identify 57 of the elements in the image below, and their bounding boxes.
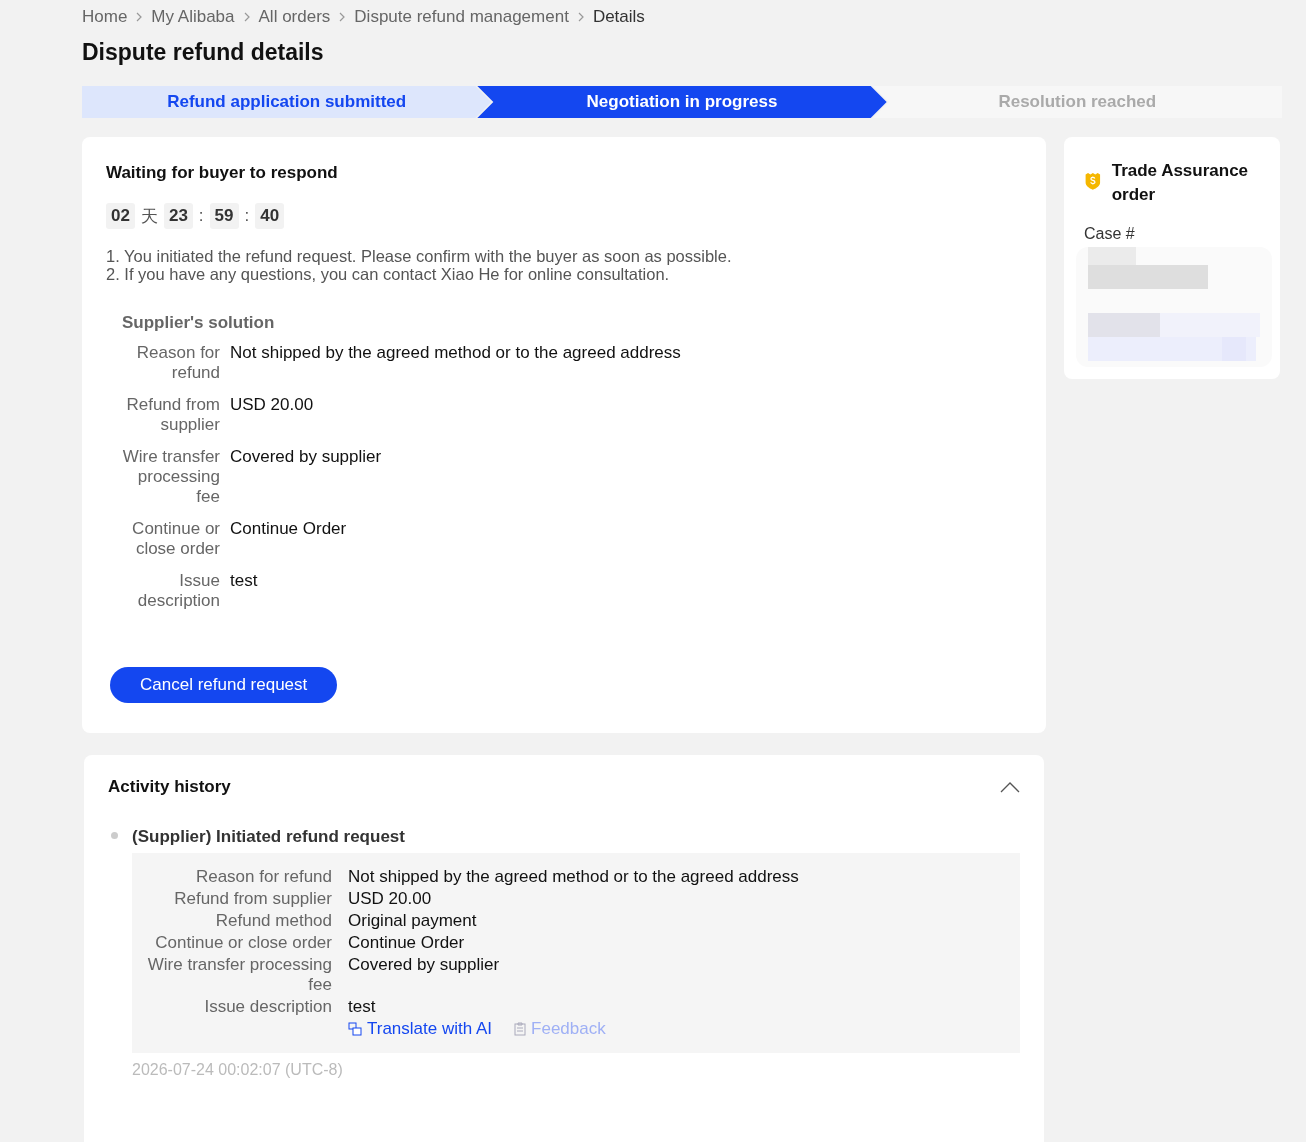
countdown-digits: 02	[106, 203, 135, 229]
field-value: USD 20.00	[348, 889, 433, 909]
chevron-right-icon	[242, 12, 251, 22]
field-value: USD 20.00	[230, 395, 315, 416]
field-label: Wire transfer processing fee	[122, 447, 220, 507]
clipboard-icon	[514, 1022, 527, 1036]
case-label: Case #	[1084, 225, 1136, 243]
field-value: test	[230, 571, 259, 592]
field-value: Not shipped by the agreed method or to the agreed address	[230, 343, 682, 364]
field-label: Continue or close order	[131, 519, 220, 559]
section-title: Activity history	[108, 777, 231, 797]
progress-step: Resolution reached	[872, 86, 1282, 118]
field-label: Reason for refund	[135, 343, 220, 383]
breadcrumb-link[interactable]: Dispute refund management	[354, 7, 569, 27]
field-value: Continue Order	[348, 933, 466, 953]
countdown-digits: 59	[209, 203, 239, 229]
countdown-digits: 40	[255, 203, 285, 229]
progress-step: Negotiation in progress	[477, 86, 887, 118]
card-title: Trade Assurance order	[1111, 160, 1250, 206]
cancel-refund-button[interactable]: Cancel refund request	[110, 667, 338, 703]
section-title: Supplier's solution	[122, 313, 276, 333]
chevron-up-icon[interactable]	[1000, 781, 1020, 793]
breadcrumb-link[interactable]: Details	[592, 7, 645, 27]
breadcrumb-link[interactable]: My Alibaba	[151, 7, 235, 27]
chevron-right-icon	[135, 12, 144, 22]
note-text: 2. If you have any questions, you can contact Xiao He for online consultation.	[106, 265, 671, 283]
field-value: test	[348, 997, 377, 1017]
translate-link[interactable]: Translate with AI	[348, 1019, 493, 1039]
breadcrumb-link[interactable]: Home	[82, 7, 128, 27]
chevron-right-icon	[338, 12, 347, 22]
field-value: Covered by supplier	[348, 955, 501, 976]
countdown-separator: :	[244, 206, 250, 226]
field-label: Continue or close order	[154, 933, 332, 953]
field-label: Refund method	[214, 911, 332, 931]
translate-icon	[348, 1022, 362, 1036]
field-label: Refund from supplier	[125, 395, 220, 435]
field-label: Issue description	[136, 571, 220, 611]
field-label: Issue description	[203, 997, 332, 1017]
bullet-dot	[111, 832, 118, 839]
field-value: Covered by supplier	[230, 447, 383, 468]
field-label: Reason for refund	[194, 867, 332, 887]
chevron-right-icon	[576, 12, 585, 22]
countdown-separator: 天	[140, 205, 158, 228]
timestamp: 2026-07-24 00:02:07 (UTC-8)	[132, 1061, 344, 1079]
countdown-separator: :	[198, 206, 204, 226]
field-label: Wire transfer processing fee	[146, 955, 332, 995]
status-heading: Waiting for buyer to respond	[106, 163, 339, 183]
breadcrumb-link[interactable]: All orders	[258, 7, 331, 27]
field-value: Original payment	[348, 911, 478, 931]
progress-step: Refund application submitted	[82, 86, 492, 118]
entry-title: (Supplier) Initiated refund request	[132, 827, 406, 847]
page-title: Dispute refund details	[82, 39, 325, 66]
field-value: Continue Order	[230, 519, 348, 540]
field-label: Refund from supplier	[173, 889, 332, 909]
field-value: Not shipped by the agreed method or to the agreed address	[348, 867, 800, 887]
countdown-digits: 23	[163, 203, 193, 229]
note-text: 1. You initiated the refund request. Please confirm with the buyer as soon as possible.	[106, 247, 733, 265]
